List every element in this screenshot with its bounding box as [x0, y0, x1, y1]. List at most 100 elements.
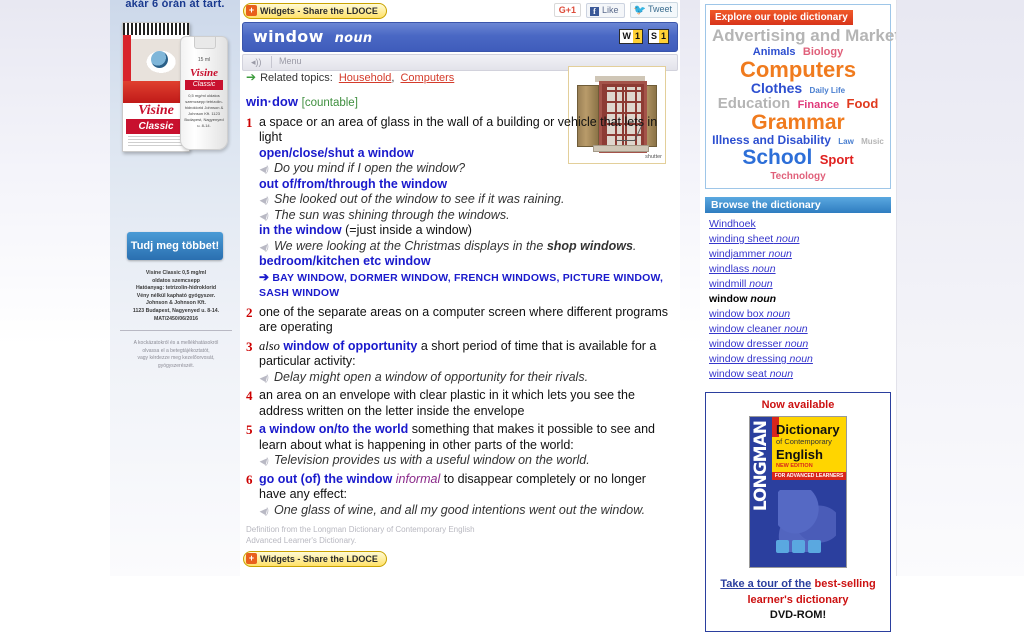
speaker-icon[interactable]: ◀): [259, 371, 269, 387]
browse-list-item[interactable]: window cleaner noun: [709, 322, 889, 337]
social-buttons: G+1 f Like 🐦 Tweet: [553, 2, 678, 18]
topic-tag-music[interactable]: Music: [861, 137, 884, 146]
browse-list-item[interactable]: window dresser noun: [709, 337, 889, 352]
collocation-with-gloss: in the window (=just inside a window): [259, 223, 674, 239]
example-text: Do you mind if I open the window?: [274, 161, 466, 175]
longman-promo-box[interactable]: Now available Dictionary of Contemporary…: [705, 392, 891, 632]
disclaimer-line: gyógyszerészét.: [157, 362, 195, 369]
collocation: open/close/shut a window: [259, 145, 414, 160]
example: ◀) Delay might open a window of opportuni…: [259, 370, 674, 386]
topic-tag-daily-life[interactable]: Daily Life: [810, 86, 846, 95]
speaker-icon[interactable]: ◀): [259, 504, 269, 520]
book-cover-image: Dictionary of Contemporary English NEW E…: [749, 416, 847, 569]
speaker-icon[interactable]: ◀): [259, 193, 269, 209]
arrow-right-icon: ➔: [246, 70, 257, 84]
example-text: She looked out of the window to see if i…: [274, 192, 565, 206]
browse-word-link[interactable]: window cleaner: [709, 323, 781, 335]
browse-list-item[interactable]: window dressing noun: [709, 352, 889, 367]
google-plus-one-button[interactable]: G+1: [553, 3, 582, 17]
topic-tag-advertising-and-marketing[interactable]: Advertising and Marketing: [712, 26, 925, 45]
browse-word-link[interactable]: window box: [709, 308, 764, 320]
browse-word-link[interactable]: windlass: [709, 263, 749, 275]
twitter-tweet-label: Tweet: [647, 4, 672, 14]
legal-line: Hatóanyag: tetrizolin-hidroklorid: [135, 285, 217, 292]
promo-cta[interactable]: Take a tour of the best-selling learner'…: [710, 576, 886, 623]
topic-tag-animals[interactable]: Animals: [753, 46, 796, 58]
collocation: out of/from/through the window: [259, 176, 448, 191]
browse-word-link[interactable]: window dressing: [709, 353, 787, 365]
menu-divider: [271, 56, 272, 68]
browse-list-item[interactable]: winding sheet noun: [709, 232, 889, 247]
browse-list-item[interactable]: windlass noun: [709, 262, 889, 277]
widgets-share-button-top[interactable]: + Widgets - Share the LDOCE: [243, 3, 387, 19]
topic-tag-law[interactable]: Law: [838, 137, 854, 146]
collocation: in the window: [259, 223, 342, 237]
example-text: Delay might open a window of opportunity…: [274, 369, 589, 384]
promo-now-available: Now available: [761, 399, 835, 412]
browse-word-link[interactable]: windmill: [709, 278, 746, 290]
browse-list-item[interactable]: Windhoek: [709, 217, 889, 232]
learn-more-button[interactable]: Tudj meg többet!: [127, 232, 223, 260]
sense-6: 6 go out (of) the window informal to dis…: [246, 472, 674, 519]
legal-line: Vény nélkül kapható gyógyszer.: [136, 292, 216, 299]
dictionary-entry-column: + Widgets - Share the LDOCE G+1 f Like 🐦 T…: [240, 0, 680, 576]
left-advertisement[interactable]: akár 6 órán át tart. Visine Classic 15 m…: [110, 0, 241, 576]
topic-tag-finance[interactable]: Finance: [798, 99, 840, 111]
example: ◀) Television provides us with a useful w…: [259, 453, 674, 469]
top-toolbar: + Widgets - Share the LDOCE G+1 f Like 🐦 T…: [240, 0, 680, 22]
format-icon: [792, 540, 805, 554]
hyphenated-headword: win·dow: [246, 94, 298, 109]
menu-label[interactable]: Menu: [279, 56, 302, 66]
topic-tag-clothes[interactable]: Clothes: [751, 80, 802, 96]
browse-list-item[interactable]: windjammer noun: [709, 247, 889, 262]
cover-title-line2: of Contemporary: [776, 437, 832, 447]
topic-tag-sport[interactable]: Sport: [820, 152, 854, 167]
related-topics: ➔ Related topics: Household, Computers: [246, 70, 454, 84]
example: ◀) The sun was shining through the window…: [259, 208, 674, 224]
topic-tag-school[interactable]: School: [742, 146, 812, 169]
browse-pos: noun: [773, 233, 800, 246]
speaker-icon[interactable]: ◀): [259, 209, 269, 225]
topic-tag-technology[interactable]: Technology: [770, 171, 825, 182]
bottle-volume: 15 ml: [197, 57, 211, 63]
topic-tag-education[interactable]: Education: [718, 95, 791, 112]
speaker-icon[interactable]: ◀): [259, 454, 269, 470]
browse-word-link[interactable]: Windhoek: [709, 218, 756, 230]
example-text: Television provides us with a useful win…: [274, 453, 590, 467]
topic-tag-computers[interactable]: Computers: [740, 57, 856, 82]
browse-word-link[interactable]: windjammer: [709, 248, 766, 260]
speaker-icon[interactable]: ◀): [259, 162, 269, 178]
speaker-icon[interactable]: ◂)): [251, 57, 262, 68]
browse-word-link[interactable]: window seat: [709, 368, 767, 380]
sense-1: 1 a space or an area of glass in the wal…: [246, 115, 674, 302]
browse-list-item[interactable]: window box noun: [709, 307, 889, 322]
browse-word-link[interactable]: window dresser: [709, 338, 782, 350]
browse-dictionary-list: Windhoek winding sheet noun windjammer nou…: [705, 213, 891, 382]
collocation: bedroom/kitchen etc window: [259, 254, 431, 268]
facebook-icon: f: [590, 6, 600, 16]
browse-list-item[interactable]: window seat noun: [709, 367, 889, 382]
example: ◀) One glass of wine, and all my good int…: [259, 503, 674, 519]
facebook-like-button[interactable]: f Like: [586, 2, 625, 18]
right-sidebar: Explore our topic dictionary Advertising…: [700, 0, 925, 632]
speaker-icon[interactable]: ◀): [259, 240, 269, 256]
topic-tag-biology[interactable]: Biology: [803, 46, 843, 58]
related-topic-link-computers[interactable]: Computers: [400, 72, 454, 84]
promo-tour-link[interactable]: Take a tour of the: [720, 578, 811, 590]
sense-3: 3 also window of opportunity a short per…: [246, 339, 674, 386]
browse-word-link[interactable]: winding sheet: [709, 233, 773, 245]
topic-tag-food[interactable]: Food: [847, 96, 879, 111]
widgets-share-button-bottom[interactable]: + Widgets - Share the LDOCE: [243, 551, 387, 567]
entry-headword-title: window noun: [253, 27, 372, 46]
cross-references[interactable]: ➔ BAY WINDOW, DORMER WINDOW, FRENCH WIND…: [259, 270, 674, 302]
browse-dictionary-header: Browse the dictionary: [705, 197, 891, 214]
disclaimer-line: olvassa el a betegtájékoztatót,: [142, 347, 210, 354]
register-label: informal: [395, 471, 441, 486]
related-topic-link-household[interactable]: Household: [339, 72, 392, 84]
crossref-list[interactable]: BAY WINDOW, DORMER WINDOW, FRENCH WINDOW…: [259, 272, 663, 300]
browse-list-item[interactable]: windmill noun: [709, 277, 889, 292]
topic-tag-grammar[interactable]: Grammar: [751, 111, 844, 134]
topic-tag-illness-and-disability[interactable]: Illness and Disability: [712, 133, 831, 147]
twitter-tweet-button[interactable]: 🐦 Tweet: [629, 2, 678, 18]
cover-spine-text: LONGMAN: [751, 421, 771, 512]
